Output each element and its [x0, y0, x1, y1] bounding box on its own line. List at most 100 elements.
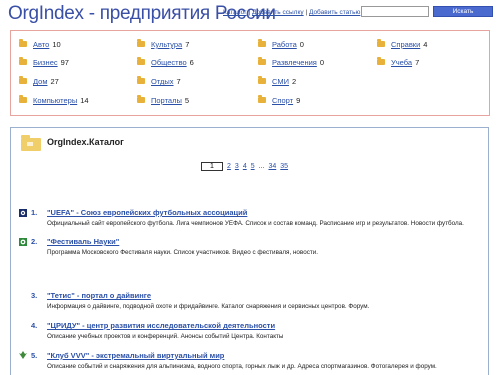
- category-count: 7: [176, 77, 181, 86]
- folder-icon: [19, 76, 27, 85]
- page-link[interactable]: 34: [268, 163, 276, 170]
- category-item[interactable]: Порталы 5: [137, 95, 190, 106]
- catalog-title: OrgIndex.Каталог: [47, 137, 124, 147]
- item-link[interactable]: "Фестиваль Науки": [47, 237, 119, 246]
- category-item[interactable]: Развлечения 0: [258, 57, 325, 68]
- category-link[interactable]: Работа: [272, 40, 297, 49]
- category-item[interactable]: СМИ 2: [258, 76, 297, 87]
- folder-icon: [258, 39, 266, 48]
- category-item[interactable]: Бизнес 97: [19, 57, 69, 68]
- folder-icon: [377, 57, 385, 66]
- top-links: Каталог | Добавить ссылку | Добавить ста…: [223, 9, 360, 16]
- category-item[interactable]: Компьютеры 14: [19, 95, 89, 106]
- category-link[interactable]: Развлечения: [272, 58, 317, 67]
- science-festival-icon: [19, 238, 27, 246]
- category-link[interactable]: Учеба: [391, 58, 412, 67]
- category-link[interactable]: Дом: [33, 77, 48, 86]
- folder-open-icon: [21, 135, 41, 151]
- folder-icon: [258, 95, 266, 104]
- folder-icon: [377, 39, 385, 48]
- item-link[interactable]: "Клуб VVV" - экстремальный виртуальный м…: [47, 351, 224, 360]
- category-count: 2: [291, 77, 297, 86]
- link-separator: |: [248, 9, 251, 16]
- current-page: 1: [201, 162, 223, 171]
- folder-icon: [137, 39, 145, 48]
- add-link-link[interactable]: Добавить ссылку: [252, 9, 304, 16]
- pager-ellipsis: ...: [258, 163, 265, 170]
- item-description: Описание событий и снаряжения для альпин…: [47, 363, 437, 370]
- item-number: 3.: [31, 291, 38, 300]
- category-link[interactable]: Порталы: [151, 96, 182, 105]
- category-count: 7: [185, 40, 190, 49]
- search-button[interactable]: Искать: [433, 6, 493, 17]
- category-link[interactable]: Бизнес: [33, 58, 58, 67]
- page-link[interactable]: 4: [243, 163, 247, 170]
- page-link[interactable]: 35: [280, 163, 288, 170]
- item-number: 4.: [31, 321, 38, 330]
- category-item[interactable]: Отдых 7: [137, 76, 181, 87]
- category-item[interactable]: Справки 4: [377, 39, 428, 50]
- category-count: 14: [80, 96, 89, 105]
- item-description: Официальный сайт европейского футбола. Л…: [47, 220, 464, 227]
- page-link[interactable]: 2: [227, 163, 231, 170]
- catalog-panel: OrgIndex.Каталог 1 2 3 4 5... 34 35 1. "UEFA" …: [10, 127, 489, 375]
- category-item[interactable]: Культура 7: [137, 39, 190, 50]
- folder-icon: [137, 57, 145, 66]
- category-item[interactable]: Работа 0: [258, 39, 304, 50]
- category-link[interactable]: Справки: [391, 40, 420, 49]
- category-count: 27: [50, 77, 59, 86]
- item-title: "ЦРИДУ" - центр развития исследовательск…: [47, 321, 275, 330]
- page-link[interactable]: 5: [251, 163, 255, 170]
- item-title: "UEFA" - Союз европейских футбольных асс…: [47, 208, 247, 217]
- item-number: 5.: [31, 351, 38, 360]
- item-number: 2.: [31, 237, 38, 246]
- category-item[interactable]: Учеба 7: [377, 57, 420, 68]
- club-vvv-icon: [19, 351, 27, 359]
- item-link[interactable]: "ЦРИДУ" - центр развития исследовательск…: [47, 321, 275, 330]
- category-link[interactable]: Авто: [33, 40, 49, 49]
- category-link[interactable]: Общество: [151, 58, 187, 67]
- category-item[interactable]: Общество 6: [137, 57, 194, 68]
- category-link[interactable]: СМИ: [272, 77, 289, 86]
- item-description: Программа Московского Фестиваля науки. С…: [47, 249, 318, 256]
- link-separator: |: [305, 9, 308, 16]
- header: OrgIndex - предприятия России Каталог | …: [0, 0, 500, 28]
- category-item[interactable]: Дом 27: [19, 76, 59, 87]
- item-link[interactable]: "UEFA" - Союз европейских футбольных асс…: [47, 208, 247, 217]
- item-description: Описание учебных проектов и конференций.…: [47, 333, 284, 340]
- category-count: 6: [189, 58, 194, 67]
- category-count: 10: [52, 40, 61, 49]
- add-article-link[interactable]: Добавить статью: [309, 9, 360, 16]
- item-title: "Клуб VVV" - экстремальный виртуальный м…: [47, 351, 224, 360]
- category-count: 5: [184, 96, 190, 105]
- folder-icon: [258, 57, 266, 66]
- folder-icon: [19, 95, 27, 104]
- folder-icon: [258, 76, 266, 85]
- catalog-link[interactable]: Каталог: [223, 9, 247, 16]
- category-item[interactable]: Авто 10: [19, 39, 61, 50]
- item-link[interactable]: "Тетис" - портал о дайвинге: [47, 291, 151, 300]
- search-input[interactable]: [361, 6, 429, 17]
- folder-icon: [137, 95, 145, 104]
- category-link[interactable]: Культура: [151, 40, 182, 49]
- item-title: "Тетис" - портал о дайвинге: [47, 291, 151, 300]
- category-link[interactable]: Отдых: [151, 77, 174, 86]
- categories-panel: Авто 10 Бизнес 97 Дом 27 Компьютеры 14 Культ…: [10, 30, 490, 116]
- category-count: 9: [296, 96, 301, 105]
- category-count: 97: [60, 58, 69, 67]
- category-count: 7: [415, 58, 420, 67]
- uefa-icon: [19, 209, 27, 217]
- category-count: 4: [423, 40, 428, 49]
- folder-icon: [137, 76, 145, 85]
- page-link[interactable]: 3: [235, 163, 239, 170]
- category-link[interactable]: Спорт: [272, 96, 293, 105]
- folder-icon: [19, 57, 27, 66]
- category-item[interactable]: Спорт 9: [258, 95, 301, 106]
- item-description: Информация о дайвинге, подводной охоте и…: [47, 303, 370, 310]
- pagination: 1 2 3 4 5... 34 35: [201, 162, 288, 171]
- category-link[interactable]: Компьютеры: [33, 96, 77, 105]
- item-title: "Фестиваль Науки": [47, 237, 119, 246]
- item-number: 1.: [31, 208, 38, 217]
- category-count: 0: [319, 58, 325, 67]
- category-count: 0: [299, 40, 304, 49]
